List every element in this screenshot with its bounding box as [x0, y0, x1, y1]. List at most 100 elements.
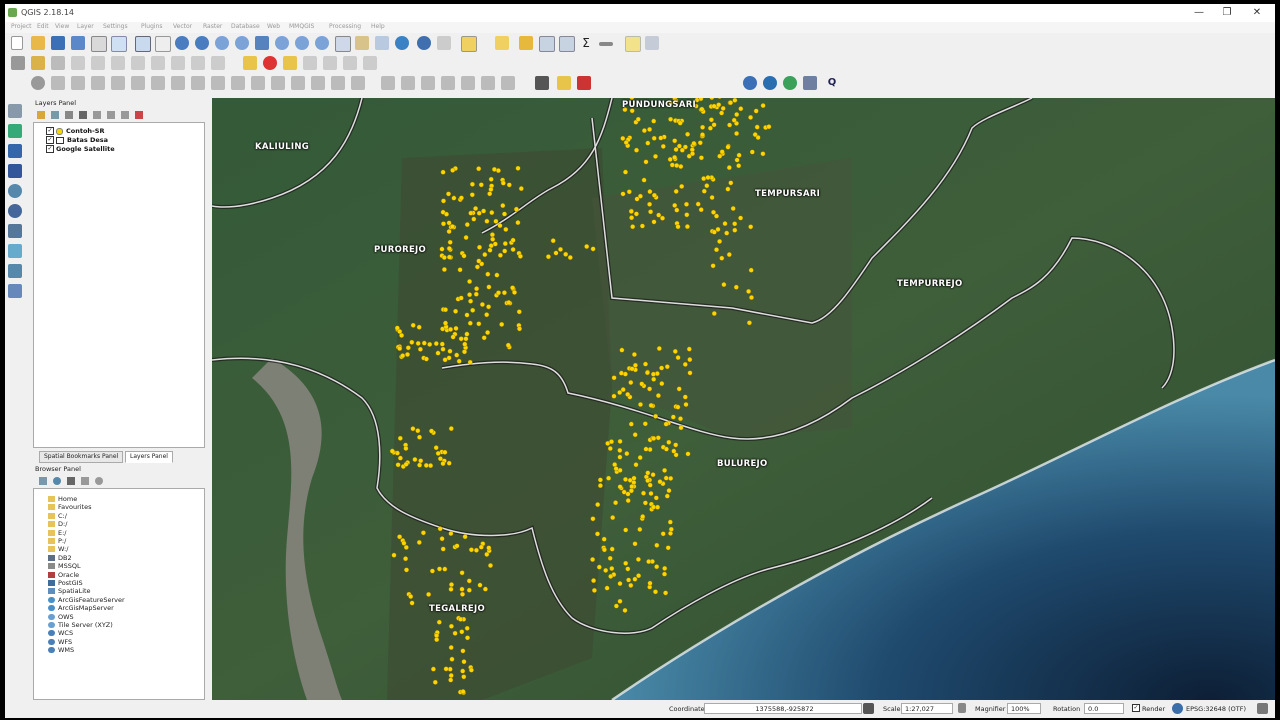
menu-plugins[interactable]: Plugins	[141, 23, 163, 30]
check-geometry-icon[interactable]	[577, 76, 591, 90]
deselect-icon[interactable]	[519, 36, 533, 50]
toggle-extents-icon[interactable]	[863, 703, 874, 714]
menu-project[interactable]: Project	[11, 23, 32, 30]
browser-item-home[interactable]: Home	[48, 495, 77, 503]
lock-scale-icon[interactable]	[958, 703, 966, 713]
move-label-icon[interactable]	[323, 56, 337, 70]
add-wcs-layer-icon[interactable]	[8, 204, 22, 218]
select-by-value-icon[interactable]	[495, 36, 509, 50]
print-composer-icon[interactable]	[91, 36, 107, 52]
action-icon[interactable]	[437, 36, 451, 50]
composer-manager-icon[interactable]	[111, 36, 127, 52]
zoom-next-icon[interactable]	[295, 36, 309, 50]
fill-ring-icon[interactable]	[111, 76, 125, 90]
merge-attributes-icon[interactable]	[271, 76, 285, 90]
menu-database[interactable]: Database	[231, 23, 260, 30]
browser-item-favourites[interactable]: Favourites	[48, 503, 91, 511]
messages-icon[interactable]	[1257, 703, 1268, 714]
redo-icon[interactable]	[351, 76, 365, 90]
zoom-selection-icon[interactable]	[255, 36, 269, 50]
browser-item-spatialite[interactable]: SpatiaLite	[48, 587, 91, 595]
delete-selected-icon[interactable]	[131, 56, 145, 70]
menu-help[interactable]: Help	[371, 23, 385, 30]
browser-item-postgis[interactable]: PostGIS	[48, 579, 83, 587]
tab-spatial-bookmarks[interactable]: Spatial Bookmarks Panel	[39, 451, 124, 463]
browser-item-c-drive[interactable]: C:/	[48, 512, 67, 520]
add-vector-layer-icon[interactable]	[8, 104, 22, 118]
vertex-tool-icon[interactable]	[331, 76, 345, 90]
save-edits-icon[interactable]	[51, 56, 65, 70]
trace-icon[interactable]	[401, 76, 415, 90]
browser-item-wcs[interactable]: WCS	[48, 629, 73, 637]
add-ring-icon[interactable]	[71, 76, 85, 90]
topology-icon[interactable]	[421, 76, 435, 90]
pan-to-selection-icon[interactable]	[155, 36, 171, 52]
rotation-spinbox[interactable]: 0.0	[1084, 703, 1124, 714]
new-project-icon[interactable]	[11, 36, 23, 50]
browser-item-arcgis-feature[interactable]: ArcGisFeatureServer	[48, 596, 125, 604]
expand-all-icon[interactable]	[107, 111, 115, 119]
layer-item-google-satellite[interactable]: ✓ Google Satellite	[46, 145, 115, 153]
layer-checkbox[interactable]: ✓	[46, 145, 54, 153]
zoom-out-icon[interactable]	[195, 36, 209, 50]
browser-item-w-drive[interactable]: W:/	[48, 545, 68, 553]
layer-checkbox[interactable]: ✓	[46, 136, 54, 144]
layer-item-contoh-sr[interactable]: ✓ Contoh-SR	[46, 127, 104, 135]
annotation-icon[interactable]	[645, 36, 659, 50]
snap-settings-icon[interactable]	[481, 76, 495, 90]
crs-status-button[interactable]: EPSG:32648 (OTF)	[1186, 705, 1246, 713]
rotate-feature-icon[interactable]	[31, 76, 45, 90]
toggle-editing-icon[interactable]	[31, 56, 45, 70]
browser-item-arcgis-map[interactable]: ArcGisMapServer	[48, 604, 114, 612]
georeferencer-icon[interactable]	[803, 76, 817, 90]
layer-checkbox[interactable]: ✓	[46, 127, 54, 135]
show-bookmarks-icon[interactable]	[375, 36, 389, 50]
browser-item-mssql[interactable]: MSSQL	[48, 562, 81, 570]
merge-features-icon[interactable]	[251, 76, 265, 90]
statistics-sigma-icon[interactable]: Σ	[579, 36, 593, 50]
add-virtual-layer-icon[interactable]	[8, 264, 22, 278]
menu-edit[interactable]: Edit	[37, 23, 49, 30]
collapse-all-icon[interactable]	[121, 111, 129, 119]
measure-icon[interactable]	[599, 42, 613, 46]
edit-note-icon[interactable]	[557, 76, 571, 90]
offset-point-icon[interactable]	[311, 76, 325, 90]
add-group-icon[interactable]	[51, 111, 59, 119]
add-spatialite-layer-icon[interactable]	[8, 164, 22, 178]
menu-processing[interactable]: Processing	[329, 23, 361, 30]
scale-select[interactable]: 1:27,027	[901, 703, 953, 714]
add-raster-layer-icon[interactable]	[8, 124, 22, 138]
bookmark-icon[interactable]	[355, 36, 369, 50]
undo-icon[interactable]	[211, 56, 225, 70]
expression-filter-icon[interactable]	[93, 111, 101, 119]
globe-icon[interactable]	[763, 76, 777, 90]
menu-vector[interactable]: Vector	[173, 23, 192, 30]
new-map-view-icon[interactable]	[335, 36, 351, 52]
browser-item-ows[interactable]: OWS	[48, 613, 74, 621]
pin-labels-icon[interactable]	[283, 56, 297, 70]
browser-item-d-drive[interactable]: D:/	[48, 520, 67, 528]
browser-item-db2[interactable]: DB2	[48, 554, 72, 562]
add-wms-layer-icon[interactable]	[8, 184, 22, 198]
browser-item-wms[interactable]: WMS	[48, 646, 74, 654]
cut-features-icon[interactable]	[151, 56, 165, 70]
menu-web[interactable]: Web	[267, 23, 280, 30]
remove-layer-icon[interactable]	[135, 111, 143, 119]
browser-item-e-drive[interactable]: E:/	[48, 529, 67, 537]
menu-layer[interactable]: Layer	[77, 23, 94, 30]
magnifier-spinbox[interactable]: 100%	[1007, 703, 1041, 714]
map-canvas[interactable]: PUNDUNGSARI KALIULING TEMPURSARI PUROREJ…	[212, 98, 1275, 700]
maximize-button[interactable]: ❐	[1213, 5, 1241, 21]
refresh-icon[interactable]	[395, 36, 409, 50]
properties-browser-icon[interactable]	[95, 477, 103, 485]
add-wfs-layer-icon[interactable]	[8, 224, 22, 238]
add-part-icon[interactable]	[91, 76, 105, 90]
add-feature-icon[interactable]	[71, 56, 85, 70]
browser-item-oracle[interactable]: Oracle	[48, 571, 79, 579]
measure-angle-icon[interactable]	[461, 76, 475, 90]
map-tips-icon[interactable]	[625, 36, 641, 52]
browser-item-wfs[interactable]: WFS	[48, 638, 72, 646]
zoom-full-icon[interactable]	[215, 36, 229, 50]
new-shapefile-icon[interactable]	[8, 284, 22, 298]
reshape-icon[interactable]	[171, 76, 185, 90]
